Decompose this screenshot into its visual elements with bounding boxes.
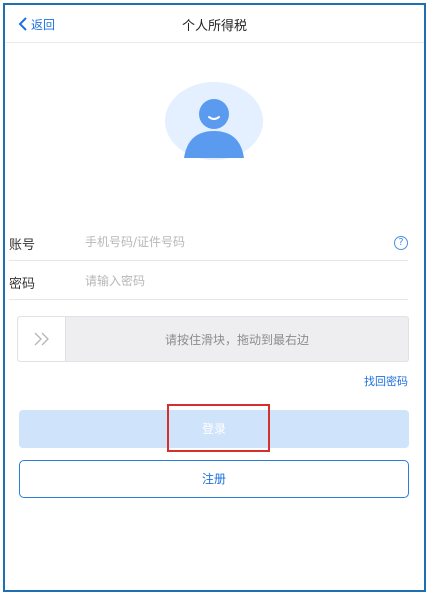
password-input[interactable] [85,270,375,292]
captcha-slider: 请按住滑块，拖动到最右边 [17,316,409,362]
avatar-icon [165,82,263,160]
register-button[interactable]: 注册 [19,460,409,498]
forgot-password-link[interactable]: 找回密码 [364,373,408,389]
navigation-bar: 返回 个人所得税 [5,5,424,43]
password-label: 密码 [9,277,36,292]
slider-handle[interactable] [18,317,66,361]
double-chevron-right-icon [34,332,49,346]
question-circle-icon[interactable]: ? [394,236,408,250]
page-title: 个人所得税 [181,19,247,34]
highlight-box [167,404,270,452]
slider-hint: 请按住滑块，拖动到最右边 [164,333,309,347]
account-row: 账号 ? [5,225,424,261]
account-input[interactable] [85,231,375,253]
account-label: 账号 [9,238,36,253]
app-frame: 返回 个人所得税 账号 ? 密码 请按住滑块，拖动到最右边 找回密码 登录 注册 [3,3,426,592]
password-row: 密码 [5,264,424,300]
divider [9,299,408,300]
divider [9,260,408,261]
